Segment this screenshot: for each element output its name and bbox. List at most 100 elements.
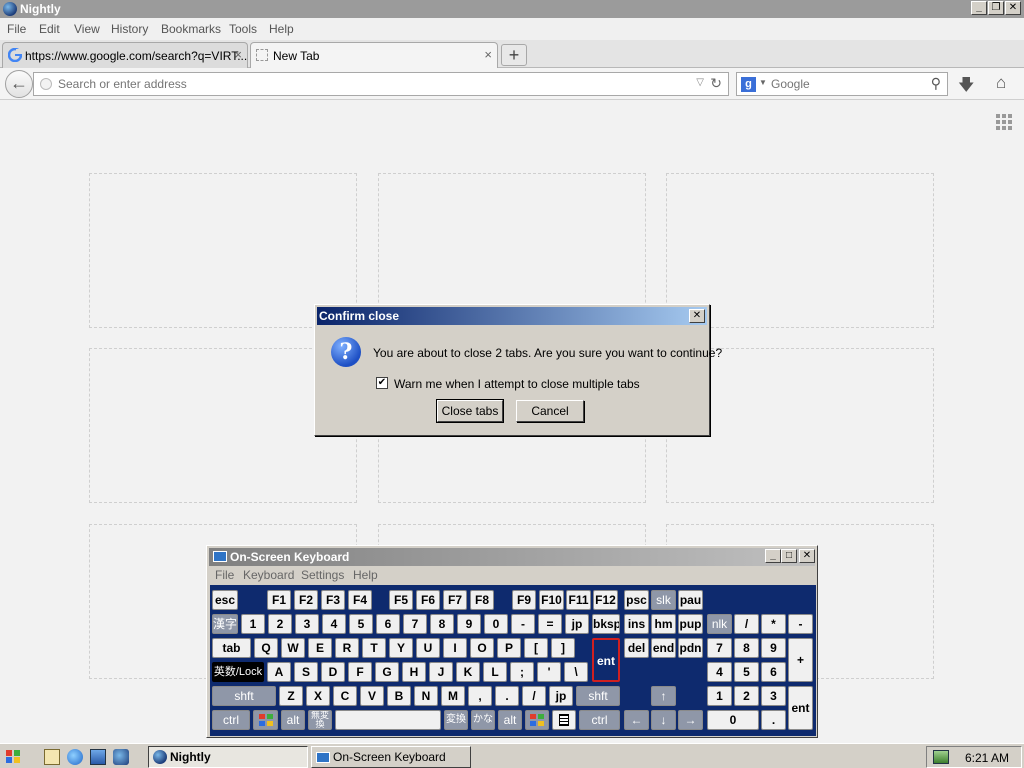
menu-bookmarks[interactable]: Bookmarks — [161, 22, 221, 36]
key-b[interactable]: B — [387, 686, 411, 706]
menu-history[interactable]: History — [111, 22, 148, 36]
key-right-bracket[interactable]: ] — [551, 638, 575, 658]
key-q[interactable]: Q — [254, 638, 278, 658]
menu-help[interactable]: Help — [269, 22, 294, 36]
key-1[interactable]: 1 — [241, 614, 265, 634]
clock[interactable]: 6:21 AM — [965, 751, 1009, 765]
key-f12[interactable]: F12 — [593, 590, 618, 610]
menu-tools[interactable]: Tools — [229, 22, 257, 36]
key-home[interactable]: hm — [651, 614, 676, 634]
key-space[interactable] — [335, 710, 441, 730]
key-left-alt[interactable]: alt — [281, 710, 305, 730]
key-numpad-1[interactable]: 1 — [707, 686, 732, 706]
key-t[interactable]: T — [362, 638, 386, 658]
warn-checkbox-label[interactable]: Warn me when I attempt to close multiple… — [394, 377, 640, 391]
key-j[interactable]: J — [429, 662, 453, 682]
key-i[interactable]: I — [443, 638, 467, 658]
search-bar[interactable]: g ▼ ⚲ — [736, 72, 948, 96]
key-f9[interactable]: F9 — [512, 590, 536, 610]
key-f3[interactable]: F3 — [321, 590, 345, 610]
show-desktop-icon[interactable] — [44, 749, 60, 765]
menu-edit[interactable]: Edit — [39, 22, 60, 36]
key-end[interactable]: end — [651, 638, 676, 658]
key-comma[interactable]: , — [468, 686, 492, 706]
key-arrow-down[interactable]: ↓ — [651, 710, 676, 730]
osk-menu-help[interactable]: Help — [353, 568, 378, 582]
taskbar-nightly[interactable]: Nightly — [148, 746, 308, 768]
key-5[interactable]: 5 — [349, 614, 373, 634]
key-6[interactable]: 6 — [376, 614, 400, 634]
key-r[interactable]: R — [335, 638, 359, 658]
download-icon[interactable]: 🡇 — [958, 74, 974, 101]
close-tabs-button[interactable]: Close tabs — [436, 399, 504, 423]
key-muhenkan[interactable]: 無変換 — [308, 710, 332, 730]
key-numpad-decimal[interactable]: . — [761, 710, 786, 730]
menu-view[interactable]: View — [74, 22, 100, 36]
key-left-bracket[interactable]: [ — [524, 638, 548, 658]
key-u[interactable]: U — [416, 638, 440, 658]
osk-close-button[interactable]: ✕ — [799, 549, 815, 563]
key-3[interactable]: 3 — [295, 614, 319, 634]
key-m[interactable]: M — [441, 686, 465, 706]
key-henkan[interactable]: 変換 — [444, 710, 468, 730]
reload-icon[interactable]: ↻ — [710, 75, 722, 92]
key-f2[interactable]: F2 — [294, 590, 318, 610]
key-f4[interactable]: F4 — [348, 590, 372, 610]
osk-menu-settings[interactable]: Settings — [301, 568, 344, 582]
key-eisu-lock[interactable]: 英数/Lock — [212, 662, 264, 682]
key-n[interactable]: N — [414, 686, 438, 706]
key-0[interactable]: 0 — [484, 614, 508, 634]
key-menu[interactable] — [552, 710, 576, 730]
key-right-windows[interactable] — [525, 710, 549, 730]
key-kana[interactable]: かな — [471, 710, 495, 730]
key-numpad-2[interactable]: 2 — [734, 686, 759, 706]
key-right-ctrl[interactable]: ctrl — [579, 710, 620, 730]
key-f5[interactable]: F5 — [389, 590, 413, 610]
minimize-button[interactable]: _ — [971, 1, 987, 15]
key-k[interactable]: K — [456, 662, 480, 682]
key-x[interactable]: X — [306, 686, 330, 706]
key-numpad-add[interactable]: + — [788, 638, 813, 682]
dialog-close-button[interactable]: ✕ — [689, 309, 705, 323]
key-numpad-divide[interactable]: / — [734, 614, 759, 634]
key-numpad-6[interactable]: 6 — [761, 662, 786, 682]
restore-button[interactable]: ❐ — [988, 1, 1004, 15]
key-num-lock[interactable]: nlk — [707, 614, 732, 634]
osk-maximize-button[interactable]: □ — [781, 549, 797, 563]
key-8[interactable]: 8 — [430, 614, 454, 634]
key-right-shift[interactable]: shft — [576, 686, 620, 706]
osk-titlebar[interactable]: On-Screen Keyboard _ □ ✕ — [209, 548, 815, 566]
key-enter[interactable]: ent — [592, 638, 620, 682]
key-arrow-up[interactable]: ↑ — [651, 686, 676, 706]
nightly-quicklaunch-icon[interactable] — [113, 749, 129, 765]
key-z[interactable]: Z — [279, 686, 303, 706]
key-equal[interactable]: = — [538, 614, 562, 634]
search-icon[interactable]: ⚲ — [931, 75, 941, 92]
google-engine-icon[interactable]: g — [741, 77, 756, 92]
key-2[interactable]: 2 — [268, 614, 292, 634]
key-page-down[interactable]: pdn — [678, 638, 703, 658]
key-period[interactable]: . — [495, 686, 519, 706]
back-button[interactable]: ← — [5, 70, 33, 98]
key-delete[interactable]: del — [624, 638, 649, 658]
customize-grid-icon[interactable] — [996, 114, 1012, 130]
warn-checkbox[interactable]: ✔ — [376, 377, 388, 389]
key-c[interactable]: C — [333, 686, 357, 706]
key-page-up[interactable]: pup — [678, 614, 703, 634]
key-backslash[interactable]: \ — [564, 662, 588, 682]
tab-new-tab[interactable]: New Tab × — [250, 42, 498, 69]
engine-dropdown-icon[interactable]: ▼ — [759, 78, 767, 87]
key-f[interactable]: F — [348, 662, 372, 682]
key-left-windows[interactable] — [253, 710, 278, 730]
key-f8[interactable]: F8 — [470, 590, 494, 610]
key-arrow-right[interactable]: → — [678, 710, 703, 730]
key-d[interactable]: D — [321, 662, 345, 682]
osk-menu-keyboard[interactable]: Keyboard — [243, 568, 294, 582]
osk-menu-file[interactable]: File — [215, 568, 234, 582]
key-f6[interactable]: F6 — [416, 590, 440, 610]
key-tab[interactable]: tab — [212, 638, 251, 658]
key-f7[interactable]: F7 — [443, 590, 467, 610]
osk-minimize-button[interactable]: _ — [765, 549, 781, 563]
key-h[interactable]: H — [402, 662, 426, 682]
key-numpad-4[interactable]: 4 — [707, 662, 732, 682]
